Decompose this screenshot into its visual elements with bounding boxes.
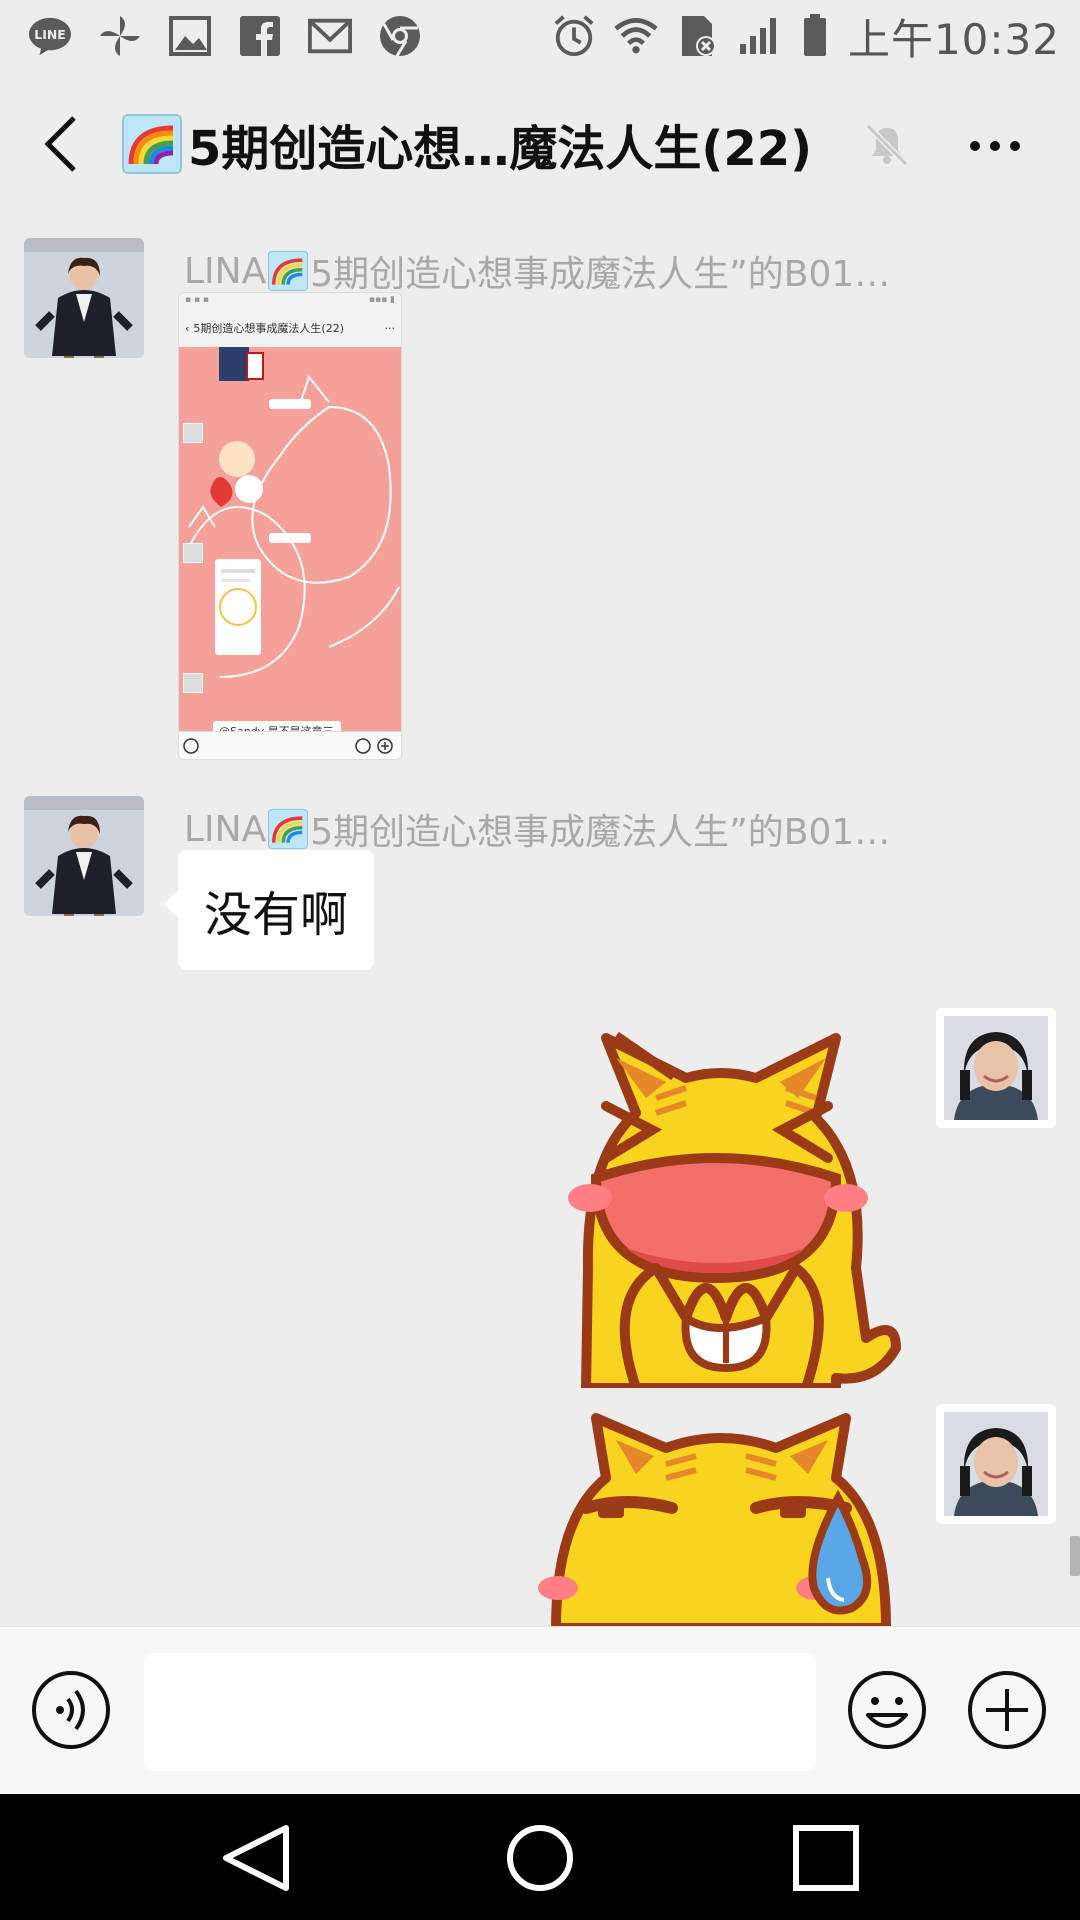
circle-home-icon: [507, 1825, 573, 1891]
more-icon: ···: [384, 321, 396, 335]
screenshot-file-card: [215, 559, 261, 655]
screenshot-time-badge: [269, 399, 311, 409]
status-bar: LINE 上午10:32: [0, 0, 1080, 72]
sender-group-text: 5期创造心想事成魔法人生”的B01…: [310, 812, 891, 853]
line-app-icon: LINE: [28, 14, 72, 58]
screenshot-avatar: [183, 423, 203, 443]
avatar[interactable]: [936, 1008, 1056, 1128]
sweating-yellow-cat-sticker[interactable]: [536, 1408, 906, 1626]
muted-bell-icon: [862, 120, 912, 170]
chat-title[interactable]: 5期创造心想…魔法人生(22): [122, 108, 812, 180]
screenshot-title-text: 5期创造心想事成魔法人生(22): [193, 322, 344, 335]
dot-icon: [970, 141, 980, 151]
nav-recents-button[interactable]: [786, 1822, 866, 1894]
nav-home-button[interactable]: [500, 1822, 580, 1894]
signal-icon: [738, 14, 782, 58]
message-text: 没有啊: [204, 887, 349, 943]
facebook-icon: [238, 14, 282, 58]
gmail-icon: [308, 14, 352, 58]
rainbow-icon: [268, 809, 309, 849]
screenshot-avatar: [183, 543, 203, 563]
status-time: 上午10:32: [847, 14, 1060, 64]
screenshot-time-badge: [269, 533, 311, 543]
screenshot-title: ‹ 5期创造心想事成魔法人生(22) ···: [179, 311, 401, 345]
sd-card-icon: [676, 14, 720, 58]
message-item: LINA 5期创造心想事成魔法人生”的B01… 没有啊: [0, 778, 1080, 978]
chevron-left-icon: [44, 116, 76, 172]
avatar[interactable]: [24, 796, 144, 916]
dot-icon: [1010, 141, 1020, 151]
more-functions-button[interactable]: [966, 1669, 1048, 1751]
message-list[interactable]: LINA 5期创造心想事成魔法人生”的B01… ▪ ▪ ▪ ▪▪▪ ▮ ‹ 5期创…: [0, 218, 1080, 1626]
message-input[interactable]: [144, 1653, 816, 1771]
screenshot-input-bar: [179, 731, 401, 759]
avatar[interactable]: [936, 1404, 1056, 1524]
screenshot-status-bar: ▪ ▪ ▪ ▪▪▪ ▮: [185, 295, 395, 305]
rainbow-icon: [268, 251, 309, 291]
back-button[interactable]: [30, 108, 90, 180]
square-recents-icon: [793, 1825, 859, 1891]
screenshot-header: ▪ ▪ ▪ ▪▪▪ ▮ ‹ 5期创造心想事成魔法人生(22) ···: [179, 293, 401, 347]
chevron-left-icon: ‹: [185, 321, 190, 335]
alarm-icon: [552, 14, 596, 58]
battery-icon: [800, 14, 830, 58]
sender-name: LINA 5期创造心想事成魔法人生”的B01…: [184, 244, 890, 298]
gallery-icon: [168, 14, 212, 58]
scrollbar-thumb[interactable]: [1070, 1536, 1080, 1576]
dot-icon: [990, 141, 1000, 151]
chat-header: 5期创造心想…魔法人生(22): [0, 72, 1080, 218]
screenshot-chat: @Sandy 是不是这章三部没有发行？: [179, 347, 401, 733]
text-message-bubble[interactable]: 没有啊: [163, 850, 375, 970]
screenshot-avatar: [183, 673, 203, 693]
sender-name-text: LINA: [184, 250, 267, 292]
system-icons: 上午10:32: [552, 6, 1060, 67]
message-input-bar: [0, 1626, 1080, 1794]
avatar[interactable]: [24, 238, 144, 358]
more-options-button[interactable]: [960, 116, 1030, 176]
android-nav-bar: [0, 1794, 1080, 1920]
plus-circle-icon: [968, 1671, 1046, 1749]
message-item: [0, 998, 1080, 1398]
image-message[interactable]: ▪ ▪ ▪ ▪▪▪ ▮ ‹ 5期创造心想事成魔法人生(22) ··· @Sand…: [178, 292, 402, 760]
nav-back-button[interactable]: [216, 1822, 296, 1894]
rainbow-icon: [122, 114, 182, 174]
wifi-icon: [614, 14, 658, 58]
pinwheel-icon: [98, 14, 142, 58]
chat-title-text: 5期创造心想…魔法人生(22): [188, 121, 813, 177]
triangle-back-icon: [223, 1825, 289, 1891]
message-item: [0, 1398, 1080, 1626]
notification-icons: LINE: [28, 14, 422, 58]
sender-name: LINA 5期创造心想事成魔法人生”的B01…: [184, 802, 890, 856]
voice-icon: [32, 1671, 110, 1749]
chrome-icon: [378, 14, 422, 58]
emoji-button[interactable]: [846, 1669, 928, 1751]
sender-group-text: 5期创造心想事成魔法人生”的B01…: [310, 254, 891, 295]
message-item: LINA 5期创造心想事成魔法人生”的B01… ▪ ▪ ▪ ▪▪▪ ▮ ‹ 5期创…: [0, 218, 1080, 778]
sender-name-text: LINA: [184, 808, 267, 850]
laughing-yellow-cat-sticker[interactable]: [536, 1018, 906, 1393]
svg-text:LINE: LINE: [34, 27, 65, 42]
smiley-icon: [848, 1671, 926, 1749]
voice-input-button[interactable]: [30, 1669, 112, 1751]
